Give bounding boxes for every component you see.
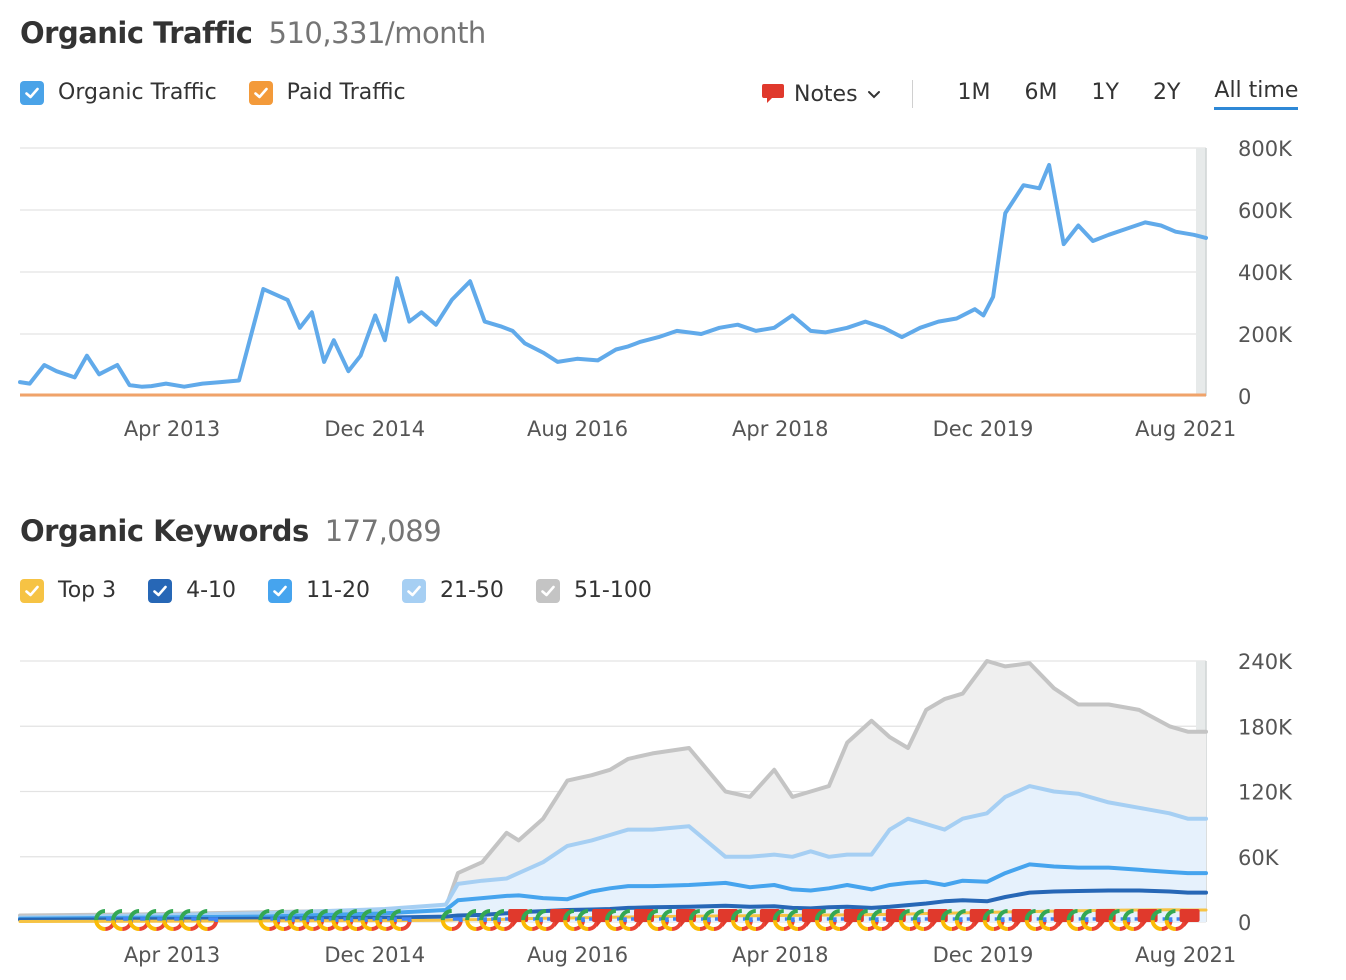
y-tick-label: 60K [1238,846,1280,870]
organic-keywords-chart: 0 60K 120K 180K 240K Apr 2013 Dec 2014 Aug 2016… [18,650,1293,967]
y-tick-label: 0 [1238,911,1251,935]
x-tick-label: Apr 2018 [732,943,828,967]
x-tick-label: Aug 2021 [1135,943,1236,967]
y-tick-label: 240K [1238,650,1293,674]
y-tick-label: 120K [1238,781,1293,805]
x-tick-label: Aug 2016 [527,943,628,967]
x-tick-label: Apr 2013 [124,943,220,967]
x-tick-label: Dec 2019 [933,943,1034,967]
y-tick-label: 180K [1238,715,1293,739]
x-tick-label: Dec 2014 [324,943,425,967]
